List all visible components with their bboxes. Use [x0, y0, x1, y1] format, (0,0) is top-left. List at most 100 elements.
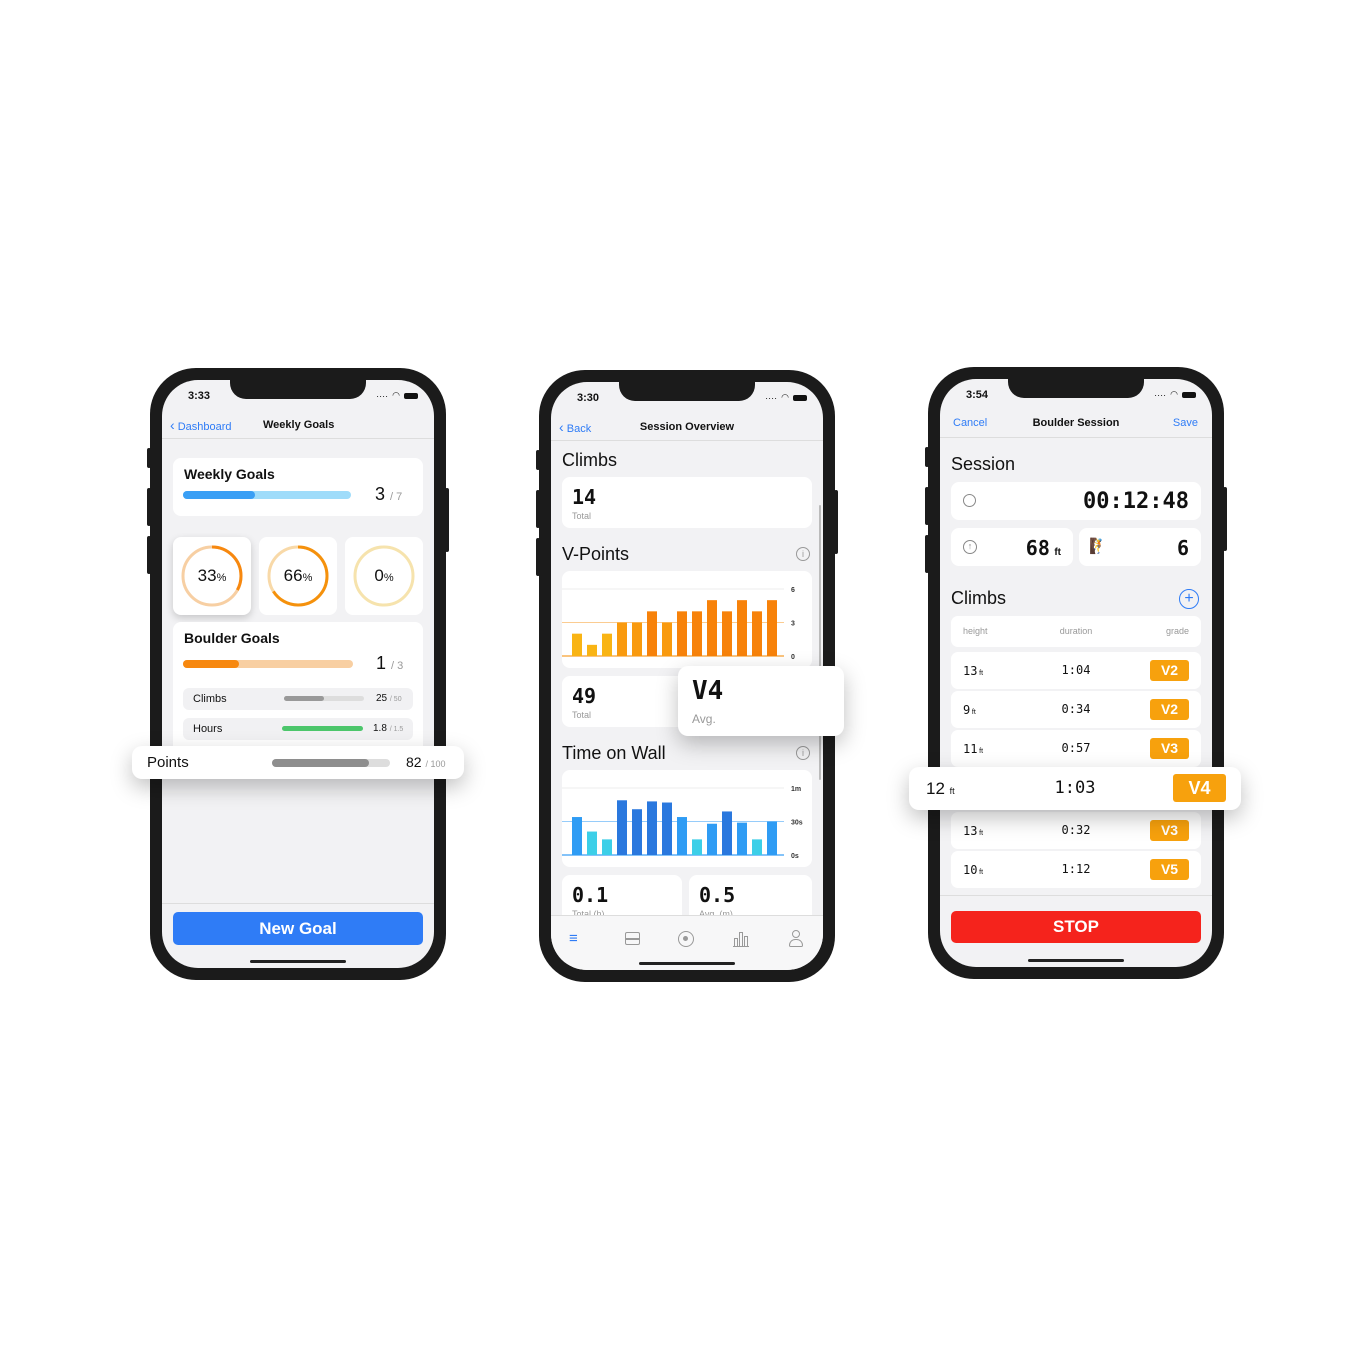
info-icon[interactable]: i: [796, 746, 810, 760]
stat-value: V4: [692, 676, 724, 706]
climbs-total-card: 14 Total: [562, 477, 812, 528]
ring-card[interactable]: 0%: [345, 537, 423, 615]
info-icon[interactable]: i: [796, 547, 810, 561]
page-title: Boulder Session: [1032, 417, 1120, 429]
climb-row[interactable]: 13 ft 1:04 V2: [951, 652, 1201, 689]
tab-chart-icon[interactable]: [733, 931, 749, 947]
progress-fill: [183, 491, 256, 499]
weekly-progress-bar: [183, 491, 351, 499]
chart-bar: [752, 611, 762, 656]
card-title: Weekly Goals: [184, 466, 275, 482]
battery-icon: [793, 394, 807, 401]
chart-bar: [692, 839, 702, 855]
climbs-goal-row[interactable]: Climbs 25 / 50: [183, 688, 413, 710]
add-climb-icon[interactable]: +: [1179, 589, 1199, 609]
climb-count-card: 🧗 6: [1079, 528, 1201, 566]
nav-bar: Cancel Boulder Session Save: [940, 412, 1212, 438]
battery-icon: [404, 392, 418, 399]
status-icons: ···· ◠: [376, 390, 418, 401]
grade-badge: V4: [1173, 774, 1226, 802]
divider: [940, 895, 1212, 896]
time-on-wall-chart: 1m 30s 0s: [562, 770, 812, 867]
stop-button[interactable]: STOP: [951, 911, 1201, 943]
signal-icon: ····: [376, 390, 389, 401]
tab-profile-icon[interactable]: [788, 930, 804, 948]
side-button: [536, 490, 540, 528]
tab-board-icon[interactable]: [625, 932, 640, 945]
climb-row[interactable]: 13 ft 0:32 V3: [951, 812, 1201, 849]
arrow-up-icon: ↑: [963, 540, 977, 554]
tab-list-icon[interactable]: ≡: [569, 930, 585, 947]
climb-row[interactable]: 10 ft 1:12 V5: [951, 851, 1201, 888]
status-icons: ···· ◠: [1154, 389, 1196, 400]
chart-bar: [602, 839, 612, 855]
chart-bar: [707, 600, 717, 656]
side-button: [445, 488, 449, 552]
hours-goal-row[interactable]: Hours 1.8 / 1.5: [183, 718, 413, 740]
chart-bar: [737, 600, 747, 656]
signal-icon: ····: [765, 392, 778, 403]
climb-row-highlighted[interactable]: 12 ft 1:03 V4: [909, 767, 1241, 810]
chart-bar: [692, 611, 702, 656]
stat-value: 0.5: [699, 883, 736, 907]
climber-icon: 🧗: [1089, 538, 1108, 555]
progress-fill: [282, 726, 363, 731]
save-button[interactable]: Save: [1173, 417, 1198, 429]
status-time: 3:54: [966, 389, 989, 401]
side-button: [147, 536, 151, 574]
weekly-goals-card[interactable]: Weekly Goals 3 / 7: [173, 458, 423, 516]
new-goal-button[interactable]: New Goal: [173, 912, 423, 945]
chart-bar: [617, 800, 627, 855]
count-value: 1: [376, 653, 387, 673]
row-label: Hours: [193, 723, 223, 735]
wifi-icon: ◠: [1170, 389, 1178, 399]
chart-bar: [767, 821, 777, 855]
nav-bar: ‹ Back Session Overview: [551, 415, 823, 441]
boulder-progress-bar: [183, 660, 353, 668]
height-card: ↑ 68 ft: [951, 528, 1073, 566]
phone-session-overview: 3:30 ···· ◠ ‹ Back Session Overview Climb…: [536, 370, 844, 982]
points-goal-row[interactable]: Points 82 / 100: [132, 746, 464, 779]
tab-record-icon[interactable]: [678, 931, 694, 947]
chart-bar: [647, 611, 657, 656]
chart-bar: [662, 622, 672, 656]
chart-bar: [722, 611, 732, 656]
ring-unit: %: [383, 572, 394, 584]
chart-bar: [722, 811, 732, 855]
grade-badge: V5: [1150, 859, 1189, 880]
chart-bar: [662, 802, 672, 855]
ring-card[interactable]: 66%: [259, 537, 337, 615]
scrollbar[interactable]: [819, 505, 821, 780]
chart-bar: [677, 611, 687, 656]
section-heading: Climbs: [562, 450, 618, 470]
ring-card[interactable]: 33%: [173, 537, 251, 615]
notch: [230, 380, 366, 399]
side-button: [1223, 487, 1227, 551]
section-heading: Climbs: [951, 588, 1007, 608]
chart-bar: [602, 633, 612, 656]
weekly-count: 3 / 7: [375, 484, 402, 505]
chart-bar: [587, 644, 597, 656]
chart-bar: [572, 633, 582, 656]
section-heading: V-Points: [562, 544, 630, 564]
stopwatch-icon: [963, 494, 976, 507]
column-header: grade: [1165, 626, 1189, 636]
ring-value: 66: [283, 566, 303, 585]
climb-row[interactable]: 11 ft 0:57 V3: [951, 730, 1201, 767]
home-indicator: [1028, 959, 1124, 962]
row-label: Points: [147, 754, 189, 771]
row-value: 25: [376, 693, 388, 704]
progress-fill: [284, 696, 324, 701]
stat-label: Total: [572, 511, 592, 521]
chart-bar: [632, 809, 642, 855]
progress-fill: [272, 759, 369, 767]
back-button[interactable]: ‹ Dashboard: [170, 417, 232, 433]
climb-row[interactable]: 9 ft 0:34 V2: [951, 691, 1201, 728]
page-title: Weekly Goals: [263, 419, 335, 431]
grade-badge: V2: [1150, 699, 1189, 720]
stat-label: Total: [572, 710, 592, 720]
nav-bar: ‹ Dashboard Weekly Goals: [162, 413, 434, 439]
y-tick-label: 1m: [791, 786, 801, 793]
card-title: Boulder Goals: [184, 630, 280, 646]
boulder-goals-card[interactable]: Boulder Goals 1 / 3 Climbs 25 / 50 Hours…: [173, 622, 423, 762]
